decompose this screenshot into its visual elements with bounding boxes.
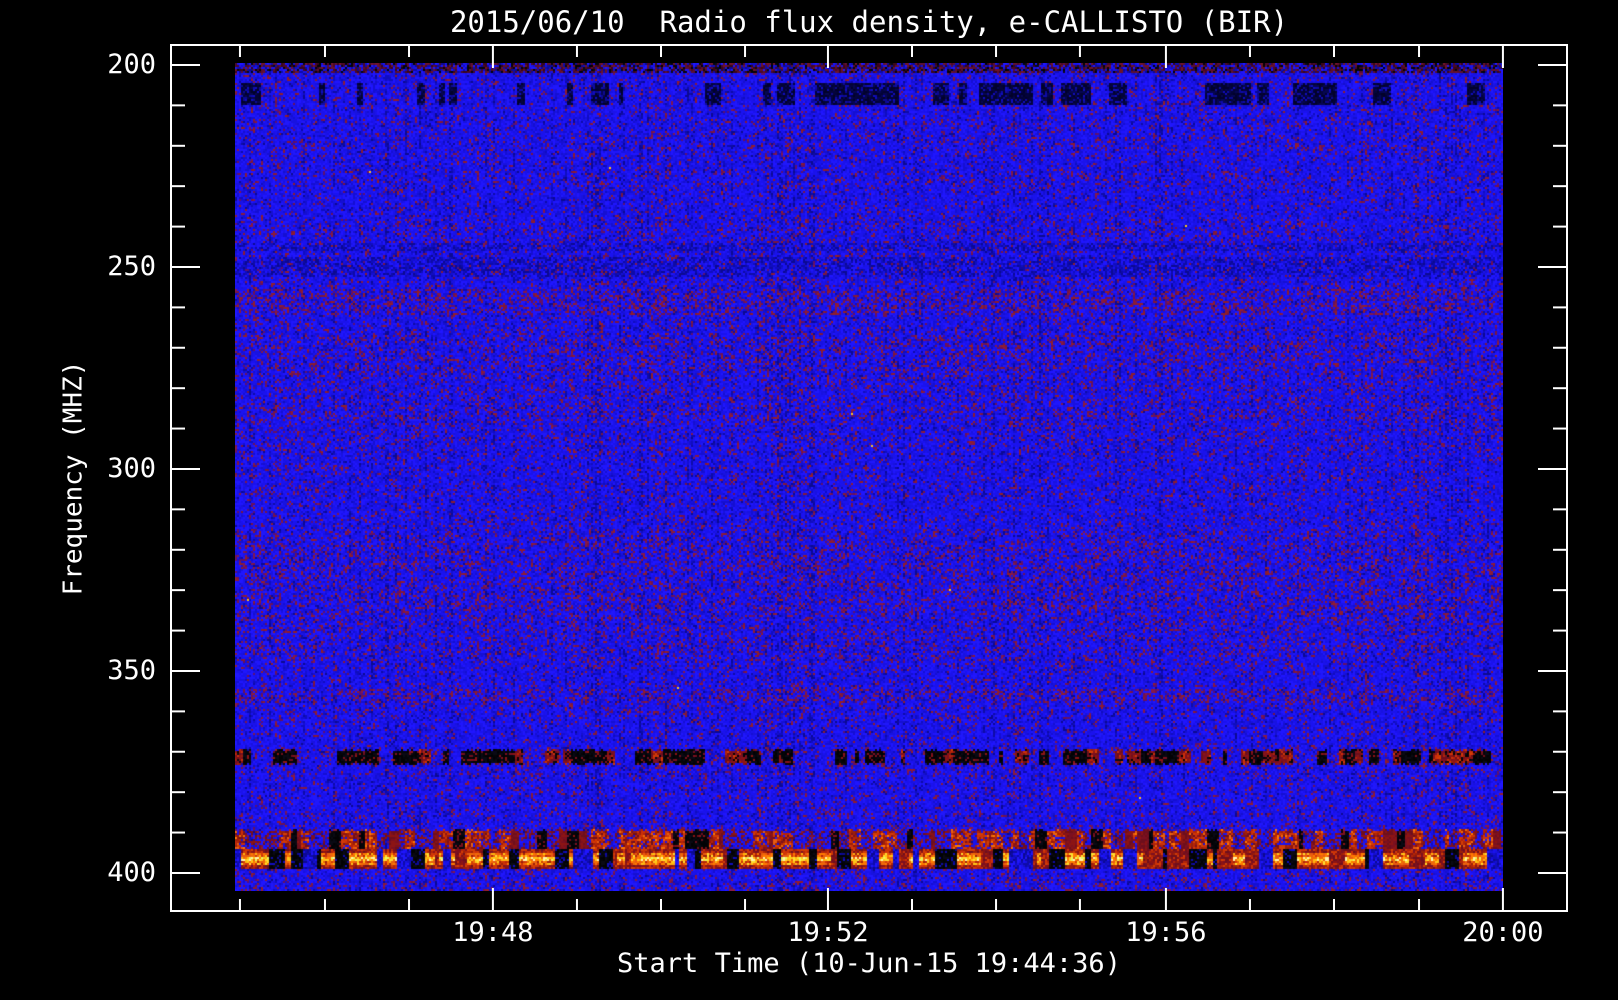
- spectrogram-figure: 2015/06/10 Radio flux density, e-CALLIST…: [0, 0, 1618, 1000]
- y-tick-label: 350: [107, 655, 156, 687]
- x-tick-label: 19:56: [1125, 917, 1207, 948]
- x-axis-title: Start Time (10-Jun-15 19:44:36): [617, 948, 1121, 979]
- y-tick-label: 200: [107, 49, 156, 80]
- y-tick-label: 300: [107, 452, 156, 484]
- y-tick-label: 250: [107, 251, 156, 283]
- x-tick-label: 20:00: [1462, 917, 1544, 948]
- x-tick-label: 19:52: [787, 917, 869, 948]
- y-tick-label: 400: [107, 856, 156, 888]
- axes-frame: [170, 44, 1568, 912]
- x-tick-label: 19:48: [452, 917, 534, 948]
- plot-frame: [170, 44, 1568, 912]
